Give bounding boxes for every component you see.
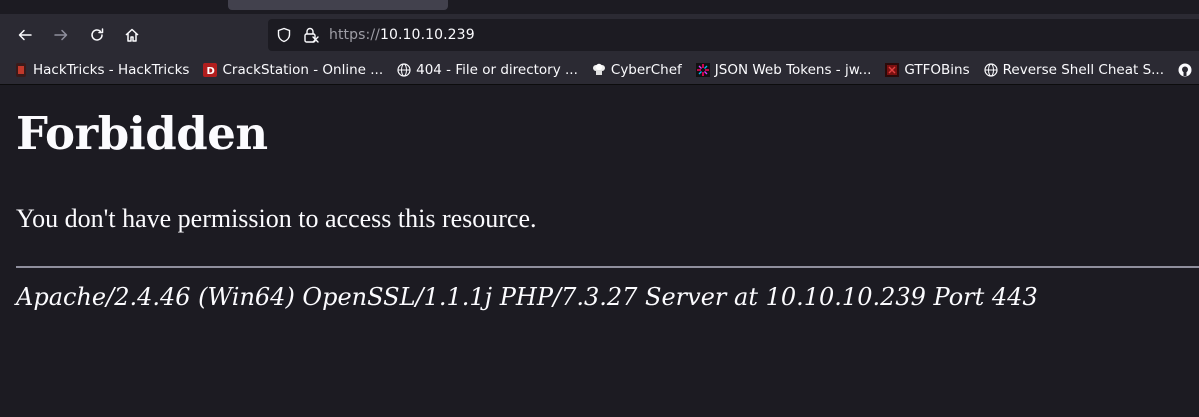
arrow-left-icon — [18, 29, 32, 41]
bookmark-label: CyberChef — [610, 62, 682, 78]
navigation-toolbar: https://10.10.10.239 — [0, 14, 1199, 56]
gtfobins-icon — [885, 63, 900, 77]
jwt-icon — [695, 63, 710, 77]
bookmark-label: Reverse Shell Cheat S... — [1002, 62, 1165, 78]
bookmark-label: 404 - File or directory ... — [416, 62, 578, 78]
url-host: 10.10.10.239 — [379, 27, 475, 43]
bookmark-hacktricks[interactable]: HackTricks - HackTricks — [14, 62, 189, 78]
bookmark-label: HackTricks - HackTricks — [33, 62, 190, 78]
chef-hat-icon — [592, 63, 606, 77]
tab-active[interactable] — [228, 0, 448, 10]
page-title: Forbidden — [16, 107, 268, 160]
bookmarks-toolbar: HackTricks - HackTricks D CrackStation -… — [0, 56, 1199, 85]
home-button[interactable] — [117, 20, 147, 50]
arrow-right-icon — [54, 29, 68, 41]
reload-button[interactable] — [82, 20, 112, 50]
bookmark-cyberchef[interactable]: CyberChef — [592, 62, 682, 78]
horizontal-rule — [16, 266, 1199, 268]
bookmark-label: JSON Web Tokens - jw... — [714, 62, 872, 78]
forward-button[interactable] — [46, 20, 76, 50]
url-text[interactable]: https://10.10.10.239 — [329, 26, 475, 44]
bookmark-404-file[interactable]: 404 - File or directory ... — [397, 62, 578, 78]
globe-icon — [397, 63, 411, 77]
url-bar[interactable]: https://10.10.10.239 — [268, 19, 1199, 51]
error-message: You don't have permission to access this… — [16, 204, 537, 233]
github-icon — [1178, 63, 1192, 77]
globe-icon — [984, 63, 998, 77]
back-button[interactable] — [10, 20, 40, 50]
bookmark-jwt[interactable]: JSON Web Tokens - jw... — [695, 62, 872, 78]
svg-text:D: D — [207, 66, 215, 77]
tracking-protection-shield-icon[interactable] — [276, 27, 292, 47]
reload-icon — [91, 28, 104, 41]
url-scheme: https:// — [329, 27, 380, 43]
home-icon — [125, 28, 139, 42]
bookmark-reverse-shell[interactable]: Reverse Shell Cheat S... — [984, 62, 1164, 78]
tab-strip — [0, 0, 1199, 14]
bookmark-label: GTFOBins — [904, 62, 970, 78]
insecure-lock-icon[interactable] — [302, 26, 320, 48]
bookmark-label: CrackStation - Online ... — [222, 62, 384, 78]
hacktricks-icon — [14, 63, 28, 77]
crackstation-icon: D — [203, 63, 218, 77]
bookmark-crackstation[interactable]: D CrackStation - Online ... — [203, 62, 383, 78]
bookmark-gtfobins[interactable]: GTFOBins — [885, 62, 970, 78]
server-signature: Apache/2.4.46 (Win64) OpenSSL/1.1.1j PHP… — [16, 283, 1038, 311]
bookmark-github[interactable] — [1178, 63, 1197, 77]
